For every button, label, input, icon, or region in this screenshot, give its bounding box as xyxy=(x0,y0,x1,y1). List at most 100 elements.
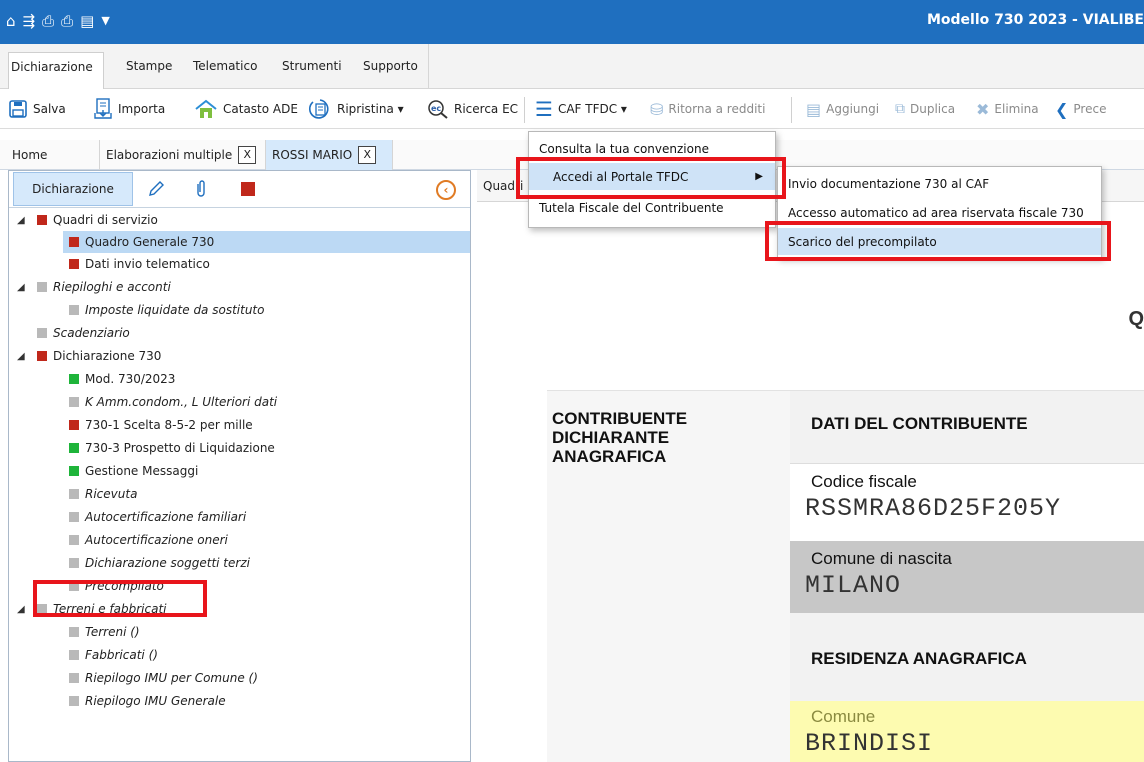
tree-node[interactable]: Imposte liquidate da sostituto xyxy=(69,299,264,321)
toolbar-separator xyxy=(524,97,525,123)
duplicate-icon: ⧉ xyxy=(895,101,905,117)
tab-home[interactable]: Home xyxy=(0,140,100,170)
attachment-icon[interactable] xyxy=(184,172,218,206)
status-square-icon xyxy=(69,650,79,660)
tree-node[interactable]: ◢ Quadri di servizio xyxy=(17,209,158,231)
tree-node[interactable]: Scadenziario xyxy=(37,322,130,344)
tree-node[interactable]: Autocertificazione familiari xyxy=(69,506,246,528)
print-icon[interactable]: ⎙ xyxy=(42,10,54,32)
tree-node[interactable]: Dati invio telematico xyxy=(69,253,210,275)
house-icon xyxy=(195,99,217,118)
menu-telematico[interactable]: Telematico xyxy=(193,59,257,73)
elimina-button[interactable]: ✖ Elimina xyxy=(976,89,1039,129)
section-title-left: CONTRIBUENTE DICHIARANTE ANAGRAFICA xyxy=(552,409,688,466)
close-tab-icon[interactable]: X xyxy=(238,146,257,164)
precedente-button[interactable]: ❮ Prece xyxy=(1055,89,1106,129)
home-icon[interactable]: ⌂ xyxy=(6,10,16,32)
menu-bar: Dichiarazione Stampe Telematico Strument… xyxy=(0,44,1144,90)
comune-nascita-label: Comune di nascita xyxy=(811,549,952,568)
status-square-icon xyxy=(69,374,79,384)
tab-dichiarazione[interactable]: Dichiarazione xyxy=(13,172,133,206)
tree-node[interactable]: Autocertificazione oneri xyxy=(69,529,228,551)
toolbar-separator xyxy=(791,97,792,123)
aggiungi-button[interactable]: ▤ Aggiungi xyxy=(806,89,879,129)
tab-elaborazioni-multiple[interactable]: Elaborazioni multiple X xyxy=(100,140,266,170)
tree-node[interactable]: 730-1 Scelta 8-5-2 per mille xyxy=(69,414,253,436)
tree-node[interactable]: ◢ Dichiarazione 730 xyxy=(17,345,161,367)
codice-fiscale-value: RSSMRA86D25F205Y xyxy=(805,494,1062,523)
highlight-accedi-portale xyxy=(516,157,786,199)
title-bar: ⌂ ⇶ ⎙ ⎙ ▤ ▼ Modello 730 2023 - VIALIBE xyxy=(0,0,1144,44)
save-flow-icon[interactable]: ⇶ xyxy=(23,10,36,32)
comune-nascita-value: MILANO xyxy=(805,571,902,600)
tree-node-selected[interactable]: Quadro Generale 730 xyxy=(63,231,470,253)
import-button[interactable]: Importa xyxy=(93,89,165,129)
status-square-icon xyxy=(37,282,47,292)
status-square-icon xyxy=(69,237,79,247)
ritorna-redditi-button[interactable]: ⛁ Ritorna a redditi xyxy=(650,89,765,129)
tree-node[interactable]: Mod. 730/2023 xyxy=(69,368,175,390)
section-header-dati-contribuente: DATI DEL CONTRIBUENTE xyxy=(790,391,1144,463)
status-square-icon xyxy=(37,215,47,225)
print-icon[interactable]: ⎙ xyxy=(61,10,73,32)
status-square-icon xyxy=(69,535,79,545)
status-square-icon xyxy=(37,328,47,338)
tree-node[interactable]: ◢ Riepiloghi e acconti xyxy=(17,276,171,298)
comune-field[interactable]: Comune BRINDISI xyxy=(790,701,1144,762)
tree-node[interactable]: Gestione Messaggi xyxy=(69,460,198,482)
edit-icon[interactable] xyxy=(139,172,173,206)
status-square-icon xyxy=(69,627,79,637)
contribuente-form: CONTRIBUENTE DICHIARANTE ANAGRAFICA DATI… xyxy=(547,390,1144,762)
status-square-icon xyxy=(69,259,79,269)
status-square-icon xyxy=(69,558,79,568)
tree-node[interactable]: Riepilogo IMU per Comune () xyxy=(69,667,258,689)
status-square-icon xyxy=(69,397,79,407)
highlight-scarico-precompilato xyxy=(765,221,1111,261)
menu-strumenti[interactable]: Strumenti xyxy=(282,59,342,73)
status-red-icon[interactable] xyxy=(231,172,265,206)
tree-node[interactable]: 730-3 Prospetto di Liquidazione xyxy=(69,437,275,459)
collapse-panel-icon[interactable]: ‹ xyxy=(436,180,456,200)
add-icon: ▤ xyxy=(806,99,822,119)
status-square-icon xyxy=(69,305,79,315)
expand-arrow-icon[interactable]: ◢ xyxy=(17,604,29,615)
caf-tfdc-button[interactable]: ☰ CAF TFDC ▾ xyxy=(535,89,627,129)
expand-arrow-icon[interactable]: ◢ xyxy=(17,215,29,226)
window-title: Modello 730 2023 - VIALIBE xyxy=(926,12,1144,28)
duplica-button[interactable]: ⧉ Duplica xyxy=(895,89,955,129)
calc-icon[interactable]: ▤ xyxy=(80,10,94,32)
menu-dichiarazione[interactable]: Dichiarazione xyxy=(8,52,104,90)
section-header-residenza: RESIDENZA ANAGRAFICA xyxy=(790,613,1144,701)
menu-supporto[interactable]: Supporto xyxy=(363,59,418,73)
comune-value: BRINDISI xyxy=(805,729,934,758)
ricerca-ec-button[interactable]: ec Ricerca EC xyxy=(427,89,518,129)
catasto-ade-button[interactable]: Catasto ADE xyxy=(194,89,298,129)
tab-rossi-mario[interactable]: ROSSI MARIO X xyxy=(266,140,393,170)
expand-arrow-icon[interactable]: ◢ xyxy=(17,282,29,293)
expand-arrow-icon[interactable]: ◢ xyxy=(17,351,29,362)
form-fields: DATI DEL CONTRIBUENTE Codice fiscale RSS… xyxy=(790,391,1144,762)
tree-node[interactable]: Terreni () xyxy=(69,621,140,643)
comune-nascita-field[interactable]: Comune di nascita MILANO xyxy=(790,541,1144,613)
tree-node[interactable]: K Amm.condom., L Ulteriori dati xyxy=(69,391,277,413)
codice-fiscale-field[interactable]: Codice fiscale RSSMRA86D25F205Y xyxy=(790,463,1144,541)
hamburger-icon: ☰ xyxy=(535,97,553,121)
close-tab-icon[interactable]: X xyxy=(358,146,377,164)
left-panel: Dichiarazione ‹ ◢ Quadri di servizio Qua… xyxy=(8,170,471,762)
menu-stampe[interactable]: Stampe xyxy=(126,59,172,73)
status-square-icon xyxy=(69,420,79,430)
import-icon xyxy=(94,98,112,119)
menu-item-invio-documentazione[interactable]: Invio documentazione 730 al CAF xyxy=(778,170,1101,197)
delete-icon: ✖ xyxy=(976,99,990,119)
tree-node[interactable]: Fabbricati () xyxy=(69,644,158,666)
status-square-icon xyxy=(69,696,79,706)
save-button[interactable]: Salva xyxy=(8,89,66,129)
tree-node[interactable]: Ricevuta xyxy=(69,483,137,505)
codice-fiscale-label: Codice fiscale xyxy=(811,472,917,491)
highlight-precompilato xyxy=(33,580,207,617)
left-panel-toolbar: Dichiarazione ‹ xyxy=(9,171,470,208)
ripristina-button[interactable]: Ripristina ▾ xyxy=(308,89,404,129)
tree-node[interactable]: Dichiarazione soggetti terzi xyxy=(69,552,250,574)
tree-node[interactable]: Riepilogo IMU Generale xyxy=(69,690,226,712)
dropdown-icon[interactable]: ▼ xyxy=(101,10,109,32)
